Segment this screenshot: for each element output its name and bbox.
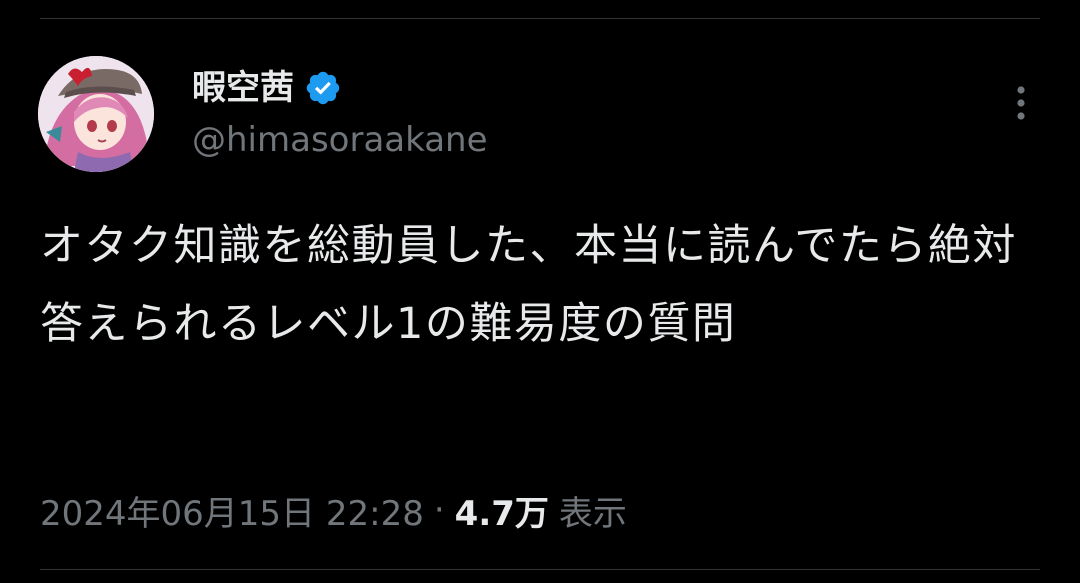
author-handle[interactable]: @himasoraakane (192, 120, 488, 161)
verified-badge-icon (304, 69, 342, 107)
top-divider (40, 18, 1040, 19)
tweet-timestamp[interactable]: 2024年06月15日 22:28 (40, 486, 424, 535)
anime-avatar-icon (38, 56, 154, 172)
avatar[interactable] (38, 56, 154, 172)
author-display-name[interactable]: 暇空茜 (192, 71, 294, 105)
author-name-row[interactable]: 暇空茜 (192, 60, 342, 116)
more-vertical-icon[interactable] (1002, 82, 1040, 126)
views-label: 表示 (558, 493, 627, 534)
views-count: 4.7万 (454, 493, 549, 534)
bottom-divider (40, 569, 1040, 570)
tweet-text: オタク知識を総動員した、本当に読んでたら絶対答えられるレベル1の難易度の質問 (40, 221, 1017, 349)
tweet-meta: 2024年06月15日 22:28 · 4.7万 表示 (40, 482, 627, 538)
meta-separator: · (433, 490, 445, 530)
